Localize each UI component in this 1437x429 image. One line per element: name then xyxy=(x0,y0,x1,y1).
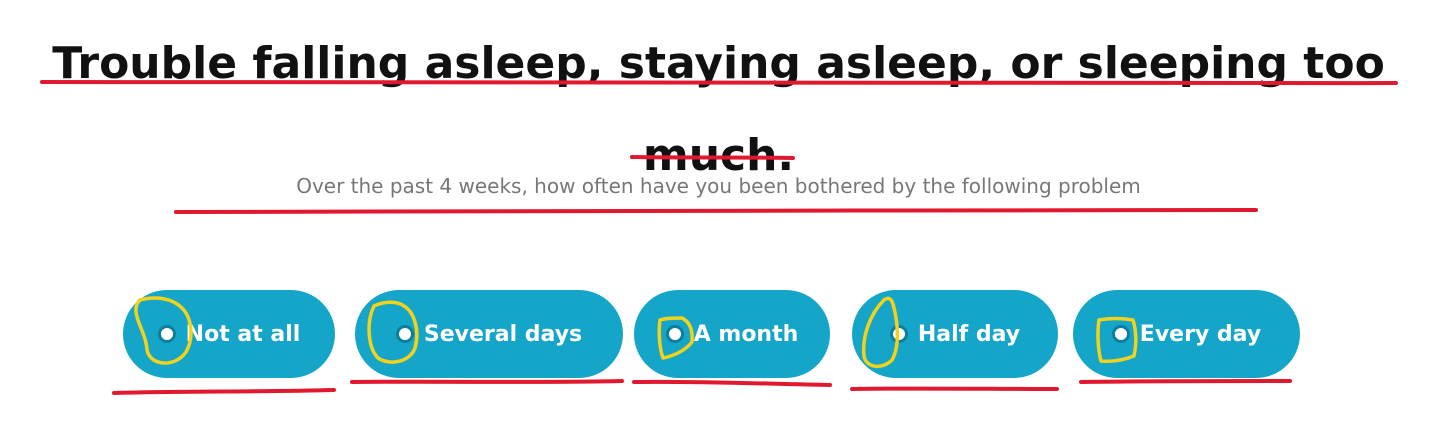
option-label: Every day xyxy=(1139,321,1262,347)
option-every-day[interactable]: Every day xyxy=(1073,290,1300,378)
option-label: A month xyxy=(693,321,799,347)
answer-options: Not at all Several days A month Half day… xyxy=(0,0,1437,429)
option-label: Not at all xyxy=(185,321,301,347)
survey-question-page: Trouble falling asleep, staying asleep, … xyxy=(0,0,1437,429)
option-a-month[interactable]: A month xyxy=(634,290,830,378)
option-several-days[interactable]: Several days xyxy=(355,290,623,378)
option-half-day[interactable]: Half day xyxy=(852,290,1058,378)
radio-icon[interactable] xyxy=(665,325,684,343)
option-label: Half day xyxy=(917,321,1021,347)
option-not-at-all[interactable]: Not at all xyxy=(123,290,335,378)
radio-icon[interactable] xyxy=(157,325,176,343)
option-label: Several days xyxy=(423,321,583,347)
radio-icon[interactable] xyxy=(889,325,908,343)
radio-icon[interactable] xyxy=(395,325,414,343)
radio-icon[interactable] xyxy=(1111,325,1130,343)
